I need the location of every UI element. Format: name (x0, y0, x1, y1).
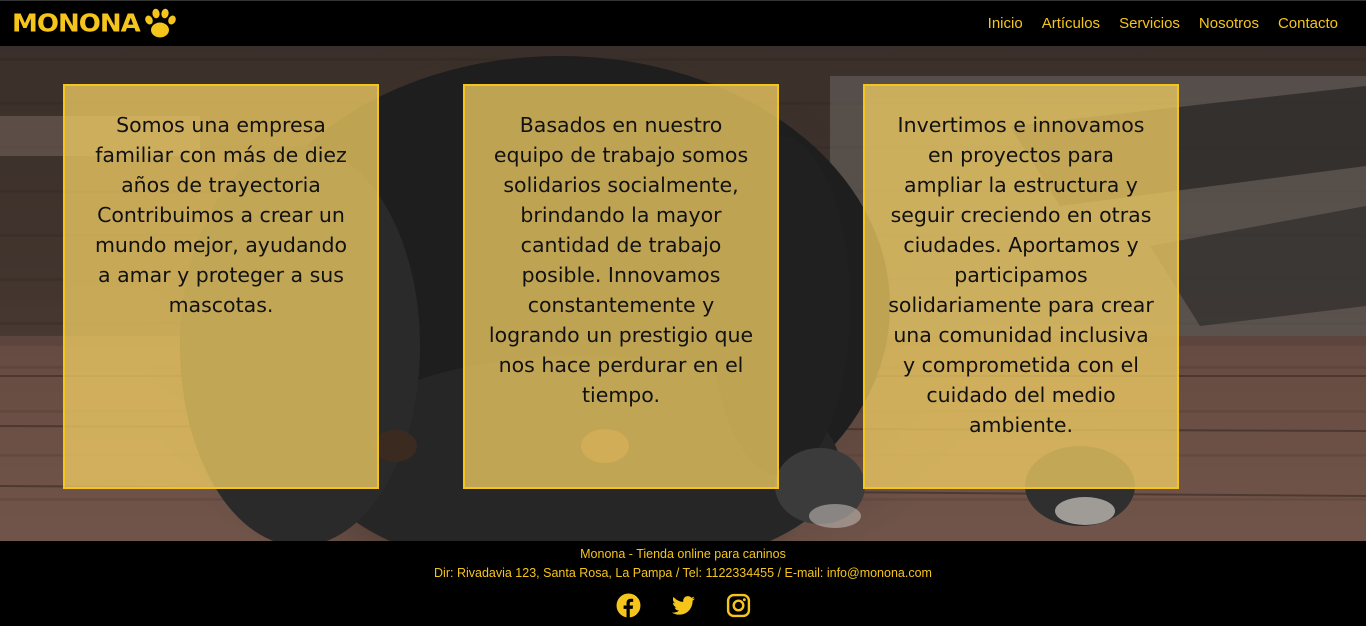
twitter-icon[interactable] (671, 593, 696, 618)
hero-section: Somos una empresa familiar con más de di… (0, 46, 1366, 541)
nav-contacto[interactable]: Contacto (1278, 15, 1338, 32)
facebook-icon[interactable] (616, 593, 641, 618)
paw-icon (144, 8, 176, 37)
info-card-2-text: Basados en nuestro equipo de trabajo som… (488, 113, 754, 407)
footer-title: Monona - Tienda online para caninos (580, 547, 786, 561)
instagram-icon[interactable] (726, 593, 751, 618)
info-card-3: Invertimos e innovamos en proyectos para… (863, 84, 1179, 489)
info-card-1-text: Somos una empresa familiar con más de di… (94, 113, 348, 317)
nav-servicios[interactable]: Servicios (1119, 15, 1180, 32)
nav-articulos[interactable]: Artículos (1042, 15, 1100, 32)
footer-contact: Dir: Rivadavia 123, Santa Rosa, La Pampa… (434, 566, 932, 580)
nav-nosotros[interactable]: Nosotros (1199, 15, 1259, 32)
navbar: MONONA Inicio Artículos Servicios Nosotr… (0, 0, 1366, 46)
info-card-1: Somos una empresa familiar con más de di… (63, 84, 379, 489)
info-card-2: Basados en nuestro equipo de trabajo som… (463, 84, 779, 489)
info-card-3-text: Invertimos e innovamos en proyectos para… (888, 113, 1154, 437)
footer: Monona - Tienda online para caninos Dir:… (0, 541, 1366, 626)
social-links (0, 593, 1366, 618)
brand-name: MONONA (12, 9, 141, 38)
nav-menu: Inicio Artículos Servicios Nosotros Cont… (988, 15, 1354, 32)
nav-inicio[interactable]: Inicio (988, 15, 1023, 32)
brand-logo[interactable]: MONONA (12, 6, 178, 42)
